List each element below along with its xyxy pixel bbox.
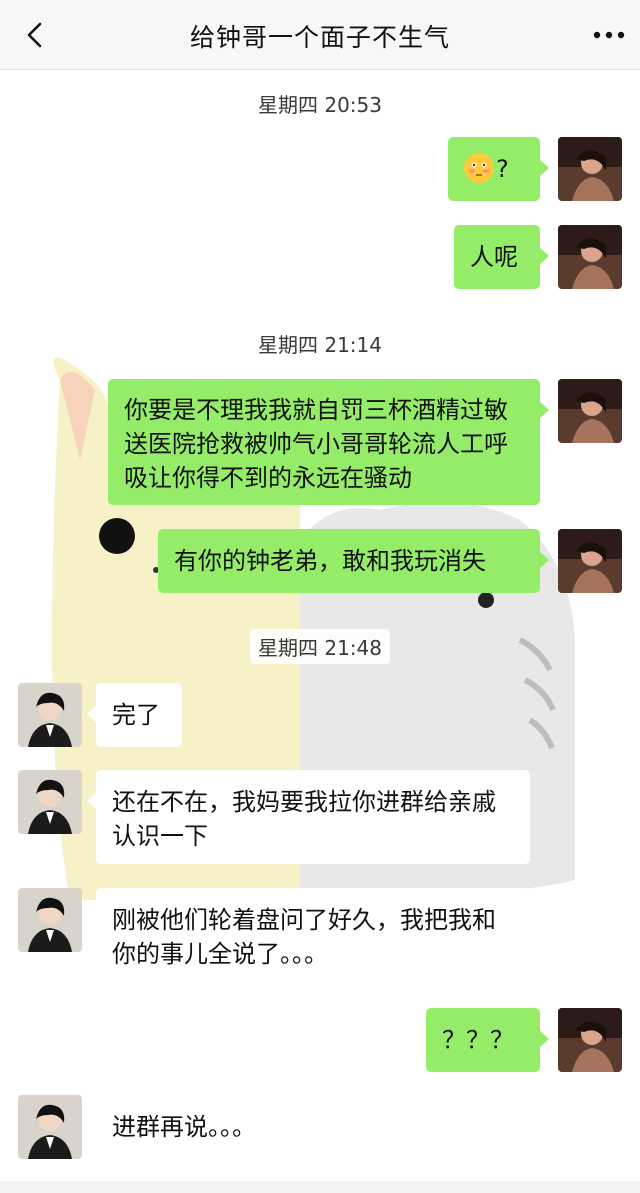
message-text: 你要是不理我我就自罚三杯酒精过敏送医院抢救被帅气小哥哥轮流人工呼吸让你得不到的永… [124, 396, 508, 492]
my-message-bubble[interactable]: ? [448, 137, 549, 201]
more-options-icon[interactable] [592, 26, 626, 44]
my-avatar[interactable] [558, 379, 622, 443]
my-message-bubble[interactable]: 人呢 [454, 225, 549, 289]
contact-avatar[interactable] [18, 683, 82, 747]
contact-message-bubble[interactable]: 完了 [87, 683, 182, 747]
contact-message-bubble[interactable]: 进群再说。。。 [87, 1095, 306, 1159]
my-avatar[interactable] [558, 1008, 622, 1072]
message-text: 还在不在，我妈要我拉你进群给亲戚认识一下 [112, 788, 496, 850]
timestamp: 星期四 21:48 [0, 629, 640, 664]
chat-header: 给钟哥一个面子不生气 [0, 0, 640, 70]
message-text: 进群再说。。。 [112, 1113, 256, 1141]
contact-message-bubble[interactable]: 还在不在，我妈要我拉你进群给亲戚认识一下 [87, 770, 530, 864]
my-message-bubble[interactable]: 你要是不理我我就自罚三杯酒精过敏送医院抢救被帅气小哥哥轮流人工呼吸让你得不到的永… [108, 379, 549, 505]
flushed-face-emoji-icon [464, 153, 494, 183]
contact-avatar[interactable] [18, 770, 82, 834]
message-text: ? [496, 155, 509, 183]
message-text: 完了 [112, 701, 160, 729]
contact-message-bubble[interactable]: 刚被他们轮着盘问了好久，我把我和你的事儿全说了。。。 [87, 888, 530, 982]
message-text: 刚被他们轮着盘问了好久，我把我和你的事儿全说了。。。 [112, 906, 496, 968]
my-message-bubble[interactable]: 有你的钟老弟，敢和我玩消失 [158, 529, 549, 593]
my-avatar[interactable] [558, 137, 622, 201]
message-text: 有你的钟老弟，敢和我玩消失 [174, 547, 486, 575]
contact-avatar[interactable] [18, 1095, 82, 1159]
contact-avatar[interactable] [18, 888, 82, 952]
message-list[interactable]: 星期四 20:53 ? 人呢 星期四 21:14 你要是不理我我就自罚三杯酒精过… [0, 70, 640, 1193]
my-avatar[interactable] [558, 225, 622, 289]
my-avatar[interactable] [558, 529, 622, 593]
my-message-bubble[interactable]: ？？？ [426, 1008, 549, 1072]
message-text: ？？？ [442, 1026, 514, 1054]
back-arrow-icon[interactable] [20, 20, 50, 50]
message-text: 人呢 [470, 243, 518, 271]
timestamp: 星期四 21:14 [0, 326, 640, 361]
timestamp: 星期四 20:53 [0, 86, 640, 121]
chat-title: 给钟哥一个面子不生气 [189, 23, 450, 52]
